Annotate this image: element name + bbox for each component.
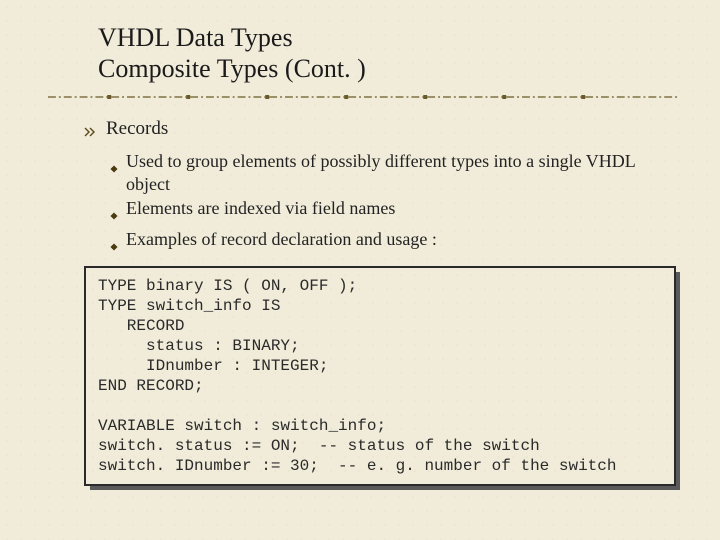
subitem-3-text: Examples of record declaration and usage… [126,228,437,251]
divider [48,94,680,100]
double-chevron-icon [84,122,98,144]
subitem-1: Used to group elements of possibly diffe… [110,150,680,195]
subitem-3: Examples of record declaration and usage… [110,228,680,257]
slide-title: VHDL Data Types Composite Types (Cont. ) [98,22,680,84]
content-area: Records Used to group elements of possib… [84,118,680,486]
code-box: TYPE binary IS ( ON, OFF ); TYPE switch_… [84,266,676,486]
subitem-2: Elements are indexed via field names [110,197,680,226]
title-line-2: Composite Types (Cont. ) [98,54,366,83]
records-label: Records [106,118,168,140]
subitem-1-text: Used to group elements of possibly diffe… [126,150,680,195]
divider-line-icon [48,94,680,100]
code-box-wrap: TYPE binary IS ( ON, OFF ); TYPE switch_… [84,266,676,486]
subitem-2-text: Elements are indexed via field names [126,197,395,220]
diamond-bullet-icon [110,203,120,226]
diamond-bullet-icon [110,156,120,179]
title-line-1: VHDL Data Types [98,23,293,52]
slide: VHDL Data Types Composite Types (Cont. )… [0,0,720,540]
bullet-records: Records [84,118,680,144]
diamond-bullet-icon [110,234,120,257]
